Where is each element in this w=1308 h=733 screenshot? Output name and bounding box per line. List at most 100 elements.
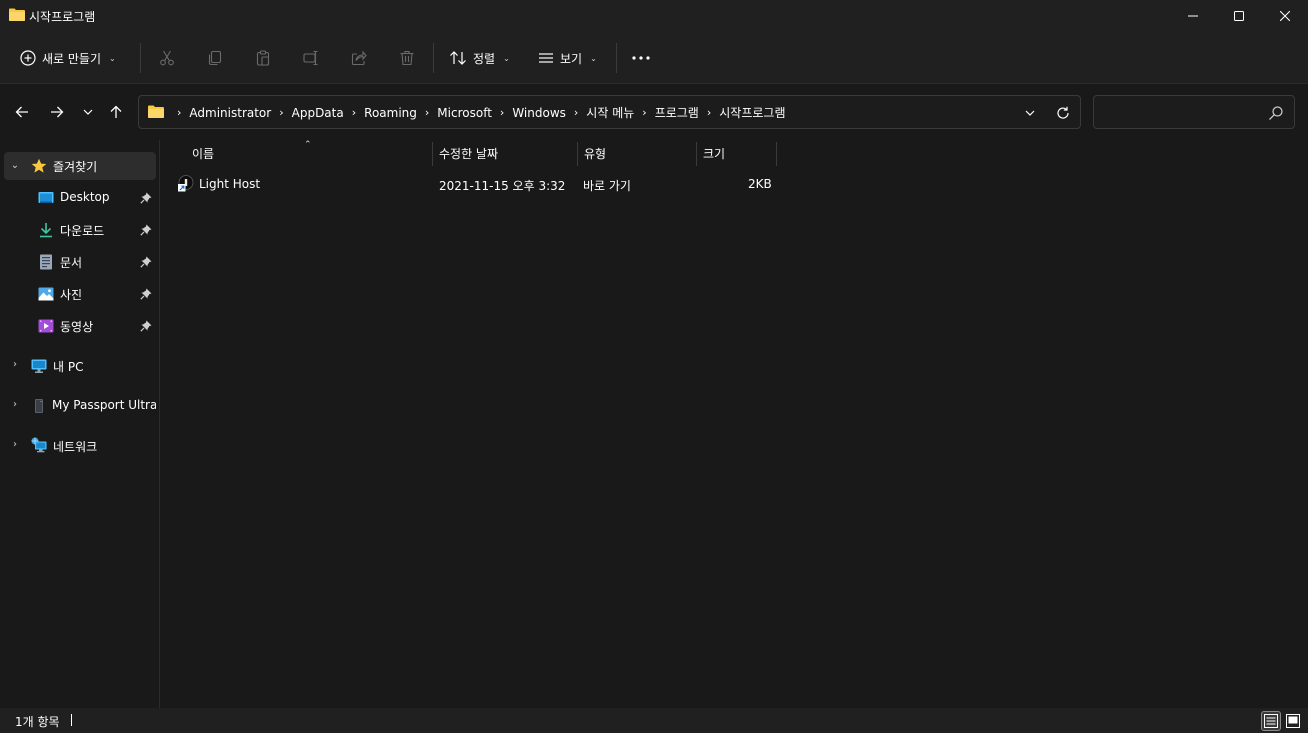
- column-header-type[interactable]: 유형: [584, 140, 696, 166]
- delete-button[interactable]: [395, 46, 419, 70]
- chevron-right-icon[interactable]: ›: [500, 106, 504, 119]
- breadcrumb-windows[interactable]: Windows: [512, 106, 566, 120]
- up-button[interactable]: [105, 101, 127, 123]
- breadcrumb-microsoft[interactable]: Microsoft: [437, 106, 492, 120]
- toolbar-divider: [433, 43, 434, 73]
- column-header-size[interactable]: 크기: [703, 140, 776, 166]
- pin-icon[interactable]: [140, 320, 152, 332]
- pin-icon[interactable]: [140, 256, 152, 268]
- command-bar: 새로 만들기 ⌄ 정렬 ⌄ 보기 ⌄: [0, 32, 1308, 84]
- arrow-left-icon: [15, 106, 28, 118]
- table-row[interactable]: Light Host 2021-11-15 오후 3:32 바로 가기 2KB: [173, 172, 781, 196]
- breadcrumb-start-menu[interactable]: 시작 메뉴: [586, 104, 634, 121]
- minimize-button[interactable]: [1170, 0, 1216, 32]
- chevron-right-icon[interactable]: ›: [177, 106, 181, 119]
- document-icon: [40, 254, 52, 270]
- sidebar-item-favorites[interactable]: ⌄ 즐겨찾기: [4, 152, 156, 180]
- maximize-button[interactable]: [1216, 0, 1262, 32]
- address-history-button[interactable]: [1022, 105, 1038, 121]
- back-button[interactable]: [11, 101, 33, 123]
- column-resize-handle[interactable]: [776, 142, 777, 166]
- search-icon[interactable]: [1268, 105, 1284, 121]
- breadcrumb-programs[interactable]: 프로그램: [655, 104, 699, 121]
- large-icons-view-button[interactable]: [1283, 711, 1303, 731]
- sidebar-item-videos[interactable]: 동영상: [4, 312, 156, 340]
- breadcrumb-startup[interactable]: 시작프로그램: [719, 104, 785, 121]
- navigation-pane: ⌄ 즐겨찾기 Desktop 다운로드 문서 사진 동영상 › 내 PC › M…: [0, 140, 160, 708]
- sidebar-item-this-pc[interactable]: › 내 PC: [4, 352, 156, 380]
- chevron-right-icon[interactable]: ›: [425, 106, 429, 119]
- chevron-down-icon[interactable]: ⌄: [9, 160, 21, 171]
- more-options-button[interactable]: [629, 46, 653, 70]
- sidebar-item-downloads[interactable]: 다운로드: [4, 216, 156, 244]
- paste-button[interactable]: [251, 46, 275, 70]
- sidebar-item-pictures[interactable]: 사진: [4, 280, 156, 308]
- chevron-right-icon[interactable]: ›: [9, 439, 21, 450]
- folder-icon: [148, 105, 164, 118]
- column-header-label: 크기: [703, 146, 726, 161]
- large-icons-view-icon: [1286, 714, 1300, 728]
- new-button[interactable]: 새로 만들기 ⌄: [20, 42, 116, 74]
- column-resize-handle[interactable]: [696, 142, 697, 166]
- sidebar-item-label: Desktop: [60, 190, 110, 204]
- copy-button[interactable]: [203, 46, 227, 70]
- chevron-right-icon[interactable]: ›: [9, 399, 21, 410]
- chevron-right-icon[interactable]: ›: [707, 106, 711, 119]
- sidebar-item-label: 네트워크: [53, 440, 98, 454]
- recent-locations-button[interactable]: [77, 101, 99, 123]
- view-button-label: 보기: [560, 51, 583, 66]
- column-header-label: 유형: [584, 146, 607, 161]
- close-button[interactable]: [1262, 0, 1308, 32]
- chevron-right-icon[interactable]: ›: [352, 106, 356, 119]
- share-button[interactable]: [347, 46, 371, 70]
- chevron-right-icon[interactable]: ›: [279, 106, 283, 119]
- view-button[interactable]: 보기 ⌄: [538, 42, 597, 74]
- folder-icon: [9, 8, 25, 21]
- chevron-right-icon[interactable]: ›: [574, 106, 578, 119]
- search-box[interactable]: [1093, 95, 1295, 129]
- breadcrumb-appdata[interactable]: AppData: [292, 106, 344, 120]
- sidebar-item-label: 문서: [60, 256, 83, 270]
- column-header-modified[interactable]: 수정한 날짜: [439, 140, 577, 166]
- sidebar-item-desktop[interactable]: Desktop: [4, 184, 156, 212]
- file-type: 바로 가기: [583, 179, 631, 193]
- star-icon: [31, 158, 47, 173]
- sidebar-item-network[interactable]: › 네트워크: [4, 432, 156, 460]
- chevron-down-icon: [83, 109, 93, 115]
- item-count: 1개 항목: [15, 715, 60, 729]
- desktop-icon: [38, 192, 54, 203]
- drive-icon: [35, 399, 43, 413]
- rename-button[interactable]: [299, 46, 323, 70]
- cut-button[interactable]: [155, 46, 179, 70]
- breadcrumb-roaming[interactable]: Roaming: [364, 106, 417, 120]
- rename-icon: [303, 50, 318, 66]
- details-view-icon: [1264, 714, 1278, 728]
- sort-button[interactable]: 정렬 ⌄: [449, 42, 510, 74]
- chevron-down-icon: ⌄: [109, 53, 116, 63]
- breadcrumb-administrator[interactable]: Administrator: [189, 106, 271, 120]
- status-divider: [71, 714, 72, 726]
- column-resize-handle[interactable]: [577, 142, 578, 166]
- forward-button[interactable]: [46, 101, 68, 123]
- details-view-button[interactable]: [1261, 711, 1281, 731]
- sidebar-item-drive[interactable]: › My Passport Ultra (I: [4, 392, 156, 420]
- shortcut-icon: [178, 175, 194, 192]
- chevron-right-icon[interactable]: ›: [9, 359, 21, 370]
- sidebar-item-documents[interactable]: 문서: [4, 248, 156, 276]
- search-input[interactable]: [1102, 104, 1262, 122]
- column-header-name[interactable]: 이름: [192, 140, 432, 166]
- pin-icon[interactable]: [140, 224, 152, 236]
- column-header-label: 이름: [192, 146, 215, 161]
- share-icon: [351, 50, 367, 66]
- arrow-up-icon: [110, 105, 122, 118]
- column-resize-handle[interactable]: [432, 142, 433, 166]
- address-bar[interactable]: › Administrator › AppData › Roaming › Mi…: [138, 95, 1081, 129]
- add-icon: [20, 50, 36, 66]
- cut-icon: [160, 50, 174, 66]
- file-size: 2KB: [748, 177, 772, 191]
- pin-icon[interactable]: [140, 288, 152, 300]
- pin-icon[interactable]: [140, 192, 152, 204]
- refresh-button[interactable]: [1054, 104, 1072, 122]
- chevron-right-icon[interactable]: ›: [642, 106, 646, 119]
- arrow-right-icon: [51, 106, 64, 118]
